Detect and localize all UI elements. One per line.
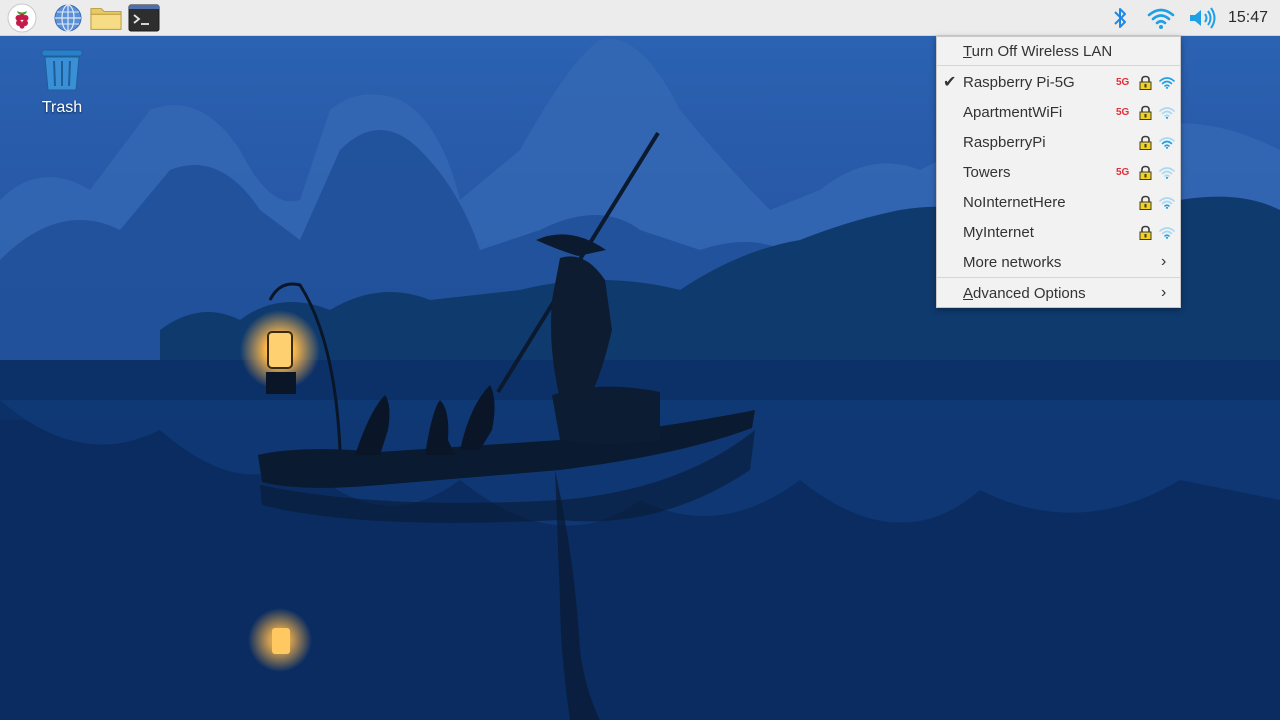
network-item[interactable]: RaspberryPi	[937, 128, 1180, 158]
network-item[interactable]: ApartmentWiFi 5G	[937, 98, 1180, 128]
network-item[interactable]: MyInternet	[937, 218, 1180, 248]
raspberry-menu-button[interactable]	[6, 3, 38, 33]
wifi-signal-icon	[1159, 226, 1175, 243]
network-name: NoInternetHere	[963, 194, 1066, 211]
wifi-signal-icon	[1159, 166, 1175, 183]
network-item[interactable]: ✔ Raspberry Pi-5G 5G	[937, 68, 1180, 98]
folder-icon	[90, 8, 122, 30]
more-networks-label: More networks	[963, 254, 1062, 271]
wifi-signal-icon	[1159, 106, 1175, 123]
raspberry-icon	[7, 3, 37, 33]
terminal-icon	[128, 4, 160, 32]
advanced-mnemonic: A	[963, 285, 974, 302]
network-menu: Turn Off Wireless LAN ✔ Raspberry Pi-5G 5G…	[936, 36, 1181, 308]
menu-separator	[937, 65, 1180, 66]
taskbar: 15:47	[0, 0, 1280, 36]
wifi-signal-icon	[1159, 136, 1175, 153]
network-name: Raspberry Pi-5G	[963, 74, 1075, 91]
chevron-right-icon: ›	[1161, 284, 1167, 301]
volume-button[interactable]	[1186, 4, 1218, 32]
trash-desktop-icon[interactable]: Trash	[30, 48, 94, 117]
trash-label: Trash	[41, 99, 83, 116]
turn-off-mnemonic: T	[963, 43, 972, 60]
checkmark-icon: ✔	[943, 74, 957, 91]
network-item[interactable]: NoInternetHere	[937, 188, 1180, 218]
menu-separator	[937, 277, 1180, 278]
5g-badge: 5G	[1116, 167, 1130, 178]
5g-badge: 5G	[1116, 77, 1130, 88]
turn-off-text: urn Off Wireless LAN	[971, 43, 1113, 60]
web-browser-button[interactable]	[52, 3, 84, 33]
more-networks-item[interactable]: More networks ›	[937, 248, 1180, 278]
network-name: MyInternet	[963, 224, 1034, 241]
turn-off-wireless-item[interactable]: Turn Off Wireless LAN	[937, 37, 1180, 67]
wifi-icon	[1147, 8, 1175, 29]
globe-icon	[54, 4, 82, 32]
advanced-options-item[interactable]: Advanced Options ›	[937, 279, 1180, 309]
wifi-button[interactable]	[1146, 4, 1176, 32]
advanced-options-label: Advanced Options	[963, 285, 1086, 302]
file-manager-button[interactable]	[90, 3, 122, 33]
bluetooth-button[interactable]	[1108, 4, 1132, 32]
lock-icon	[1139, 135, 1152, 154]
wifi-signal-icon	[1159, 196, 1175, 213]
turn-off-wireless-label: Turn Off Wireless LAN	[963, 43, 1112, 60]
lock-icon	[1139, 165, 1152, 184]
chevron-right-icon: ›	[1161, 253, 1167, 270]
speaker-icon	[1190, 7, 1216, 29]
lock-icon	[1139, 195, 1152, 214]
network-name: Towers	[963, 164, 1011, 181]
lock-icon	[1139, 105, 1152, 124]
advanced-text: dvanced Options	[973, 285, 1086, 302]
terminal-button[interactable]	[128, 3, 160, 33]
network-name: RaspberryPi	[963, 134, 1046, 151]
lock-icon	[1139, 225, 1152, 244]
lock-icon	[1139, 75, 1152, 94]
trash-icon	[41, 49, 83, 91]
wifi-signal-icon	[1159, 76, 1175, 93]
network-item[interactable]: Towers 5G	[937, 158, 1180, 188]
5g-badge: 5G	[1116, 107, 1130, 118]
clock[interactable]: 15:47	[1228, 0, 1268, 36]
bluetooth-icon	[1114, 8, 1126, 28]
network-name: ApartmentWiFi	[963, 104, 1063, 121]
